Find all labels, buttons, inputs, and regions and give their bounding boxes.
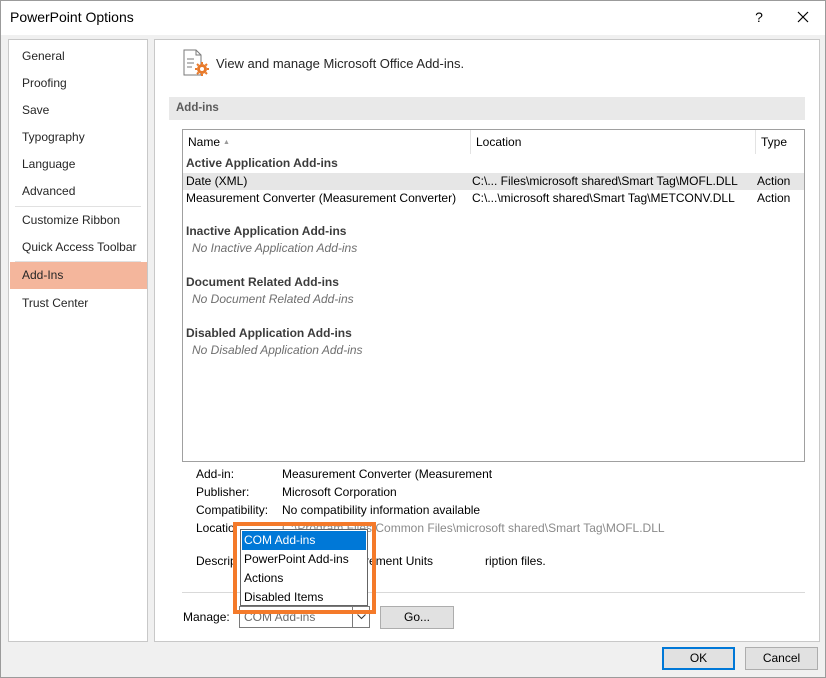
nav-item-save[interactable]: Save bbox=[10, 97, 147, 123]
nav-item-trust-center[interactable]: Trust Center bbox=[10, 290, 147, 316]
sort-ascending-icon: ▲ bbox=[223, 139, 230, 146]
nav-item-add-ins[interactable]: Add-Ins bbox=[10, 262, 147, 289]
help-button[interactable]: ? bbox=[737, 1, 781, 33]
nav-item-proofing[interactable]: Proofing bbox=[10, 70, 147, 96]
options-nav: General Proofing Save Typography Languag… bbox=[8, 39, 148, 642]
detail-publisher-value: Microsoft Corporation bbox=[282, 485, 397, 499]
section-title: Add-ins bbox=[169, 97, 805, 120]
title-bar: PowerPoint Options ? bbox=[1, 1, 825, 35]
detail-addin-label: Add-in: bbox=[196, 467, 235, 481]
nav-item-customize-ribbon[interactable]: Customize Ribbon bbox=[10, 207, 147, 233]
dropdown-option-com-add-ins[interactable]: COM Add-ins bbox=[242, 531, 366, 550]
nav-item-general[interactable]: General bbox=[10, 43, 147, 69]
detail-compatibility-value: No compatibility information available bbox=[282, 503, 481, 517]
go-button[interactable]: Go... bbox=[380, 606, 454, 629]
table-row[interactable]: Date (XML) C:\... Files\microsoft shared… bbox=[183, 173, 804, 190]
nav-item-typography[interactable]: Typography bbox=[10, 124, 147, 150]
detail-description-label: Descrip bbox=[196, 554, 237, 568]
window-title: PowerPoint Options bbox=[10, 9, 134, 25]
detail-publisher-label: Publisher: bbox=[196, 485, 250, 499]
column-header-location[interactable]: Location bbox=[470, 130, 755, 154]
nav-item-quick-access-toolbar[interactable]: Quick Access Toolbar bbox=[10, 234, 147, 260]
nav-item-advanced[interactable]: Advanced bbox=[10, 178, 147, 204]
detail-location-label: Locatio bbox=[196, 521, 235, 535]
empty-disabled: No Disabled Application Add-ins bbox=[192, 343, 363, 357]
group-header-active: Active Application Add-ins bbox=[186, 156, 338, 170]
detail-addin-value: Measurement Converter (Measurement bbox=[282, 467, 493, 481]
dropdown-option-powerpoint-add-ins[interactable]: PowerPoint Add-ins bbox=[242, 550, 366, 569]
add-ins-gear-icon bbox=[183, 49, 209, 76]
empty-inactive: No Inactive Application Add-ins bbox=[192, 241, 358, 255]
dropdown-option-disabled-items[interactable]: Disabled Items bbox=[242, 588, 366, 607]
panel-header-text: View and manage Microsoft Office Add-ins… bbox=[216, 56, 465, 71]
detail-compatibility-label: Compatibility: bbox=[196, 503, 269, 517]
row-type: Action bbox=[757, 191, 791, 205]
group-header-document: Document Related Add-ins bbox=[186, 275, 339, 289]
nav-item-language[interactable]: Language bbox=[10, 151, 147, 177]
row-name: Measurement Converter (Measurement Conve… bbox=[186, 191, 457, 205]
close-button[interactable] bbox=[781, 1, 825, 33]
ok-button[interactable]: OK bbox=[662, 647, 735, 670]
powerpoint-options-dialog: PowerPoint Options ? General Proofing Sa… bbox=[0, 0, 826, 678]
help-icon: ? bbox=[755, 9, 763, 25]
empty-document: No Document Related Add-ins bbox=[192, 292, 354, 306]
detail-description-value-tail: ription files. bbox=[485, 554, 546, 568]
add-ins-table: Name ▲ Location Type Active Application A… bbox=[182, 129, 805, 462]
row-type: Action bbox=[757, 174, 791, 188]
close-icon bbox=[797, 11, 809, 23]
column-header-type[interactable]: Type bbox=[755, 130, 804, 154]
table-row[interactable]: Measurement Converter (Measurement Conve… bbox=[183, 190, 804, 207]
group-header-inactive: Inactive Application Add-ins bbox=[186, 224, 347, 238]
row-location: C:\...\microsoft shared\Smart Tag\METCON… bbox=[472, 191, 735, 205]
group-header-disabled: Disabled Application Add-ins bbox=[186, 326, 352, 340]
row-name: Date (XML) bbox=[186, 174, 248, 188]
row-location: C:\... Files\microsoft shared\Smart Tag\… bbox=[472, 174, 738, 188]
manage-label: Manage: bbox=[183, 610, 230, 624]
column-header-name[interactable]: Name ▲ bbox=[183, 130, 470, 154]
dropdown-option-actions[interactable]: Actions bbox=[242, 569, 366, 588]
column-name-label: Name bbox=[188, 135, 221, 149]
manage-dropdown-list: COM Add-ins PowerPoint Add-ins Actions D… bbox=[240, 529, 368, 606]
cancel-button[interactable]: Cancel bbox=[745, 647, 818, 670]
